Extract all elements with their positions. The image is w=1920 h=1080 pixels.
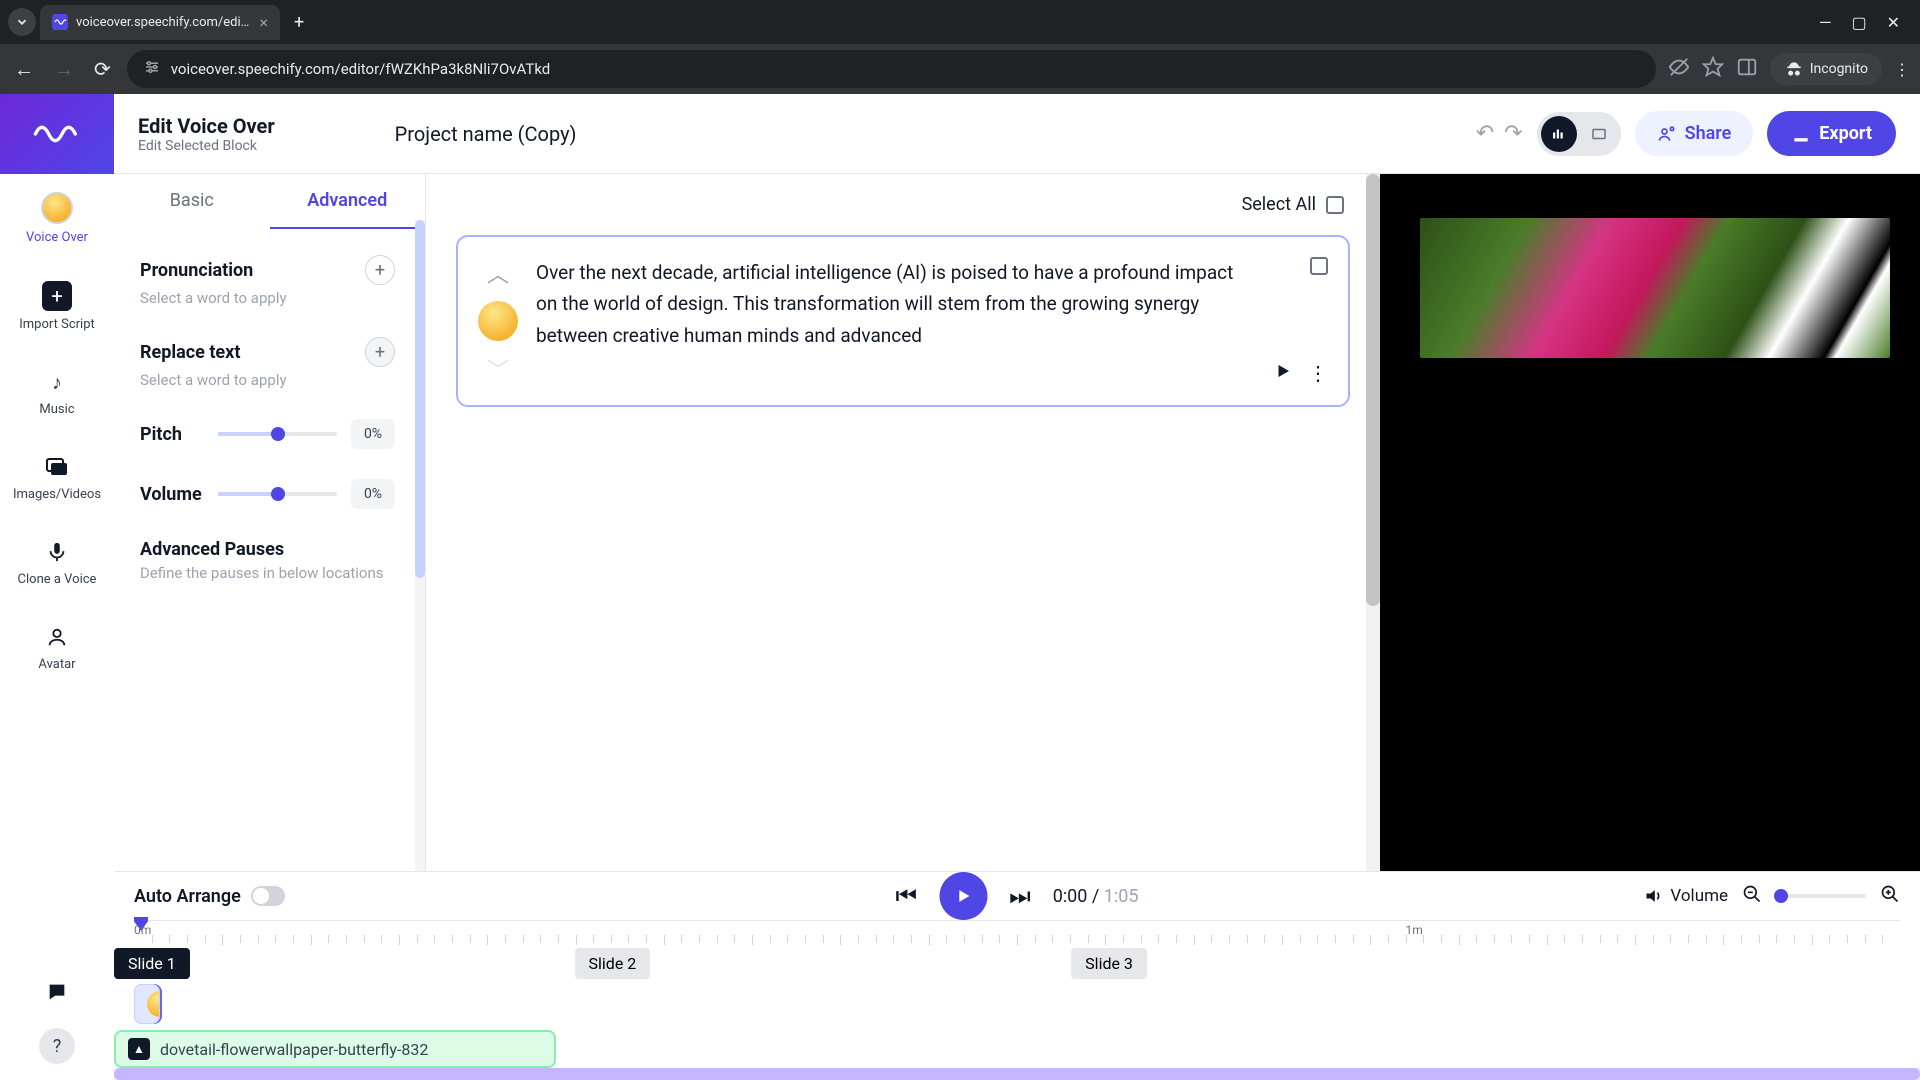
sidebar-item-import-script[interactable]: + Import Script [11, 263, 103, 350]
preview-image [1420, 218, 1890, 358]
plus-icon: + [42, 281, 72, 311]
redo-button[interactable]: ↷ [1504, 121, 1522, 146]
image-icon [43, 453, 71, 481]
voice-avatar-icon[interactable] [478, 301, 518, 341]
back-button[interactable]: ← [10, 53, 38, 86]
block-checkbox[interactable] [1310, 257, 1328, 275]
music-icon: ♪ [43, 368, 71, 396]
sidebar-item-music[interactable]: ♪ Music [31, 350, 82, 435]
time-display: 0:00 / 1:05 [1053, 886, 1139, 907]
page-subtitle: Edit Selected Block [138, 138, 275, 154]
zoom-out-button[interactable] [1742, 884, 1762, 908]
script-text[interactable]: Over the next decade, artificial intelli… [536, 257, 1256, 385]
tracking-icon[interactable] [1668, 56, 1690, 82]
zoom-in-button[interactable] [1880, 884, 1900, 908]
browser-menu-icon[interactable]: ⋮ [1894, 60, 1910, 79]
add-replace-button[interactable]: + [365, 337, 395, 367]
undo-button[interactable]: ↶ [1476, 121, 1494, 146]
new-tab-button[interactable]: + [284, 8, 314, 37]
video-preview[interactable] [1380, 174, 1920, 871]
timeline-ruler[interactable]: 0m 1m [134, 920, 1900, 944]
volume-slider[interactable] [218, 492, 337, 496]
tab-search-dropdown[interactable] [8, 8, 36, 36]
help-icon[interactable]: ? [39, 1028, 75, 1064]
skip-back-button[interactable]: ⏮ [895, 882, 917, 910]
project-name-input[interactable]: Project name (Copy) [395, 122, 577, 146]
pitch-slider[interactable] [218, 432, 337, 436]
slide-marker-1[interactable]: Slide 1 [114, 948, 190, 979]
tab-basic[interactable]: Basic [114, 174, 270, 229]
image-icon: ▲ [128, 1038, 150, 1060]
pronunciation-row[interactable]: Pronunciation + Select a word to apply [120, 241, 415, 321]
app-logo[interactable] [0, 94, 114, 174]
timeline-volume-button[interactable]: Volume [1644, 886, 1728, 906]
slide-marker-2[interactable]: Slide 2 [575, 948, 651, 979]
slide-marker-3[interactable]: Slide 3 [1071, 948, 1147, 979]
incognito-chip[interactable]: Incognito [1770, 53, 1882, 85]
site-settings-icon[interactable] [143, 58, 161, 80]
maximize-icon[interactable]: ▢ [1851, 13, 1866, 32]
center-scrollbar[interactable] [1366, 174, 1380, 871]
sidebar-item-voice-over[interactable]: Voice Over [18, 174, 96, 263]
add-pronunciation-button[interactable]: + [365, 255, 395, 285]
sidebar-item-clone-voice[interactable]: Clone a Voice [10, 520, 105, 605]
auto-arrange-label: Auto Arrange [134, 886, 241, 907]
select-all-checkbox[interactable] [1326, 196, 1344, 214]
volume-value[interactable]: 0% [351, 479, 395, 509]
view-mode-toggle [1537, 112, 1621, 156]
tab-title: voiceover.speechify.com/edito [76, 15, 251, 30]
skip-forward-button[interactable]: ⏭ [1009, 882, 1031, 910]
view-mode-timeline[interactable] [1541, 116, 1577, 152]
export-button[interactable]: Export [1767, 111, 1896, 156]
tab-advanced[interactable]: Advanced [270, 174, 426, 229]
sidebar-item-images-videos[interactable]: Images/Videos [5, 435, 109, 520]
play-button[interactable] [939, 872, 987, 920]
url-text: voiceover.speechify.com/editor/fWZKhPa3k… [171, 60, 551, 78]
clip-avatar-icon [147, 991, 160, 1017]
browser-tab[interactable]: voiceover.speechify.com/edito × [40, 5, 280, 40]
block-menu-button[interactable]: ⋮ [1308, 361, 1328, 385]
close-window-icon[interactable]: ✕ [1887, 13, 1900, 32]
page-title: Edit Voice Over [138, 114, 275, 138]
panel-scrollbar[interactable] [415, 220, 425, 871]
play-block-button[interactable] [1274, 361, 1292, 385]
zoom-slider[interactable] [1776, 894, 1866, 898]
reload-button[interactable]: ⟳ [90, 53, 115, 85]
advanced-pauses-row[interactable]: Advanced Pauses Define the pauses in bel… [120, 525, 415, 596]
minimize-icon[interactable]: — [1819, 13, 1832, 32]
chat-icon[interactable] [39, 974, 75, 1010]
select-all-label: Select All [1242, 194, 1316, 215]
avatar-icon [41, 192, 73, 224]
microphone-icon [43, 538, 71, 566]
address-bar[interactable]: voiceover.speechify.com/editor/fWZKhPa3k… [127, 50, 1656, 88]
script-block[interactable]: ︿ ﹀ Over the next decade, artificial int… [456, 235, 1350, 407]
chevron-down-icon[interactable]: ﹀ [487, 353, 509, 385]
view-mode-slides[interactable] [1581, 116, 1617, 152]
timeline-media-clip[interactable]: ▲ dovetail-flowerwallpaper-butterfly-832 [114, 1030, 556, 1068]
share-button[interactable]: Share [1635, 111, 1754, 156]
sidepanel-icon[interactable] [1736, 56, 1758, 82]
replace-text-row[interactable]: Replace text + Select a word to apply [120, 323, 415, 403]
tab-close-icon[interactable]: × [259, 13, 268, 32]
sidebar-item-avatar[interactable]: Avatar [30, 605, 83, 690]
bookmark-icon[interactable] [1702, 56, 1724, 82]
forward-button[interactable]: → [50, 53, 78, 86]
chevron-up-icon[interactable]: ︿ [487, 257, 509, 289]
volume-row: Volume 0% [120, 465, 415, 523]
timeline-scrollbar[interactable] [114, 1068, 1920, 1080]
timeline-clip-3[interactable]: Generative Design: AI's generative capa [134, 984, 160, 1024]
pitch-value[interactable]: 0% [351, 419, 395, 449]
favicon-icon [52, 14, 68, 30]
auto-arrange-toggle[interactable] [251, 886, 285, 906]
person-icon [43, 623, 71, 651]
pitch-row: Pitch 0% [120, 405, 415, 463]
